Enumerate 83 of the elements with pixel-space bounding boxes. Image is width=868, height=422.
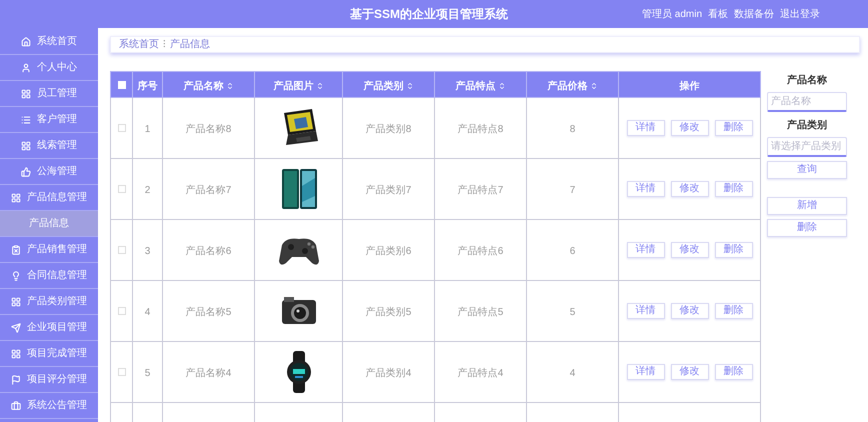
table-cell: 产品特点7 — [458, 185, 504, 196]
action-button[interactable]: 删除 — [714, 303, 752, 319]
action-button[interactable]: 详情 — [626, 181, 664, 197]
action-button[interactable]: 详情 — [626, 120, 664, 136]
sort-icon — [498, 82, 506, 90]
search-field[interactable]: 产品名称 — [767, 92, 847, 112]
header-link[interactable]: 退出登录 — [780, 6, 820, 22]
table-cell: 2 — [144, 185, 150, 196]
table-cell: 产品名称7 — [186, 185, 232, 196]
thumbs-up-icon — [21, 166, 31, 176]
table-cell: 产品类别5 — [366, 307, 412, 318]
table-cell: 产品名称6 — [186, 246, 232, 257]
header-link[interactable]: 管理员 admin — [642, 6, 702, 22]
grid-icon — [11, 192, 21, 202]
row-checkbox[interactable] — [118, 185, 126, 193]
panel-button[interactable]: 删除 — [767, 219, 847, 237]
table-cell: 产品名称4 — [186, 368, 232, 379]
action-button[interactable]: 修改 — [670, 120, 708, 136]
action-button[interactable]: 修改 — [670, 364, 708, 380]
panel-button[interactable]: 查询 — [767, 161, 847, 179]
briefcase-icon — [11, 400, 21, 410]
row-checkbox[interactable] — [118, 246, 126, 254]
sort-icon — [316, 82, 324, 90]
table-cell: 产品特点6 — [458, 246, 504, 257]
field-label: 产品类别 — [787, 118, 827, 133]
clipboard-icon — [11, 244, 21, 254]
table-cell: 产品特点4 — [458, 368, 504, 379]
table-cell: 6 — [570, 246, 576, 257]
action-button[interactable]: 删除 — [714, 242, 752, 258]
table-cell: 4 — [144, 307, 150, 318]
table-cell: 5 — [144, 368, 150, 379]
action-button[interactable]: 修改 — [670, 242, 708, 258]
select-all-checkbox[interactable] — [118, 80, 126, 88]
table-cell: 7 — [570, 185, 576, 196]
header-link[interactable]: 数据备份 — [734, 6, 774, 22]
table-cell: 产品类别8 — [366, 124, 412, 135]
action-button[interactable]: 删除 — [714, 120, 752, 136]
sort-icon — [590, 82, 598, 90]
row-checkbox[interactable] — [118, 124, 126, 132]
grid-icon — [21, 88, 31, 98]
action-button[interactable]: 详情 — [626, 242, 664, 258]
list-icon — [21, 114, 31, 124]
action-button[interactable]: 删除 — [714, 364, 752, 380]
header-link[interactable]: 看板 — [708, 6, 728, 22]
lightbulb-icon — [11, 270, 21, 280]
action-button[interactable]: 详情 — [626, 303, 664, 319]
column-header: 操作 — [680, 80, 700, 94]
row-checkbox[interactable] — [118, 307, 126, 315]
sort-icon — [226, 82, 234, 90]
grid-icon — [11, 348, 21, 358]
sidebar-item[interactable]: 产品信息 — [0, 211, 98, 237]
breadcrumb-current: 产品信息 — [170, 38, 210, 52]
user-icon — [21, 62, 31, 72]
table-cell: 产品类别7 — [366, 185, 412, 196]
table-cell: 产品特点5 — [458, 307, 504, 318]
breadcrumb-separator: ⁝ — [163, 38, 166, 52]
grid-icon — [11, 296, 21, 306]
breadcrumb-link[interactable]: 系统首页 — [119, 37, 159, 52]
table-cell: 3 — [144, 246, 150, 257]
table-cell: 1 — [144, 124, 150, 135]
column-header: 序号 — [138, 79, 158, 94]
action-button[interactable]: 删除 — [714, 181, 752, 197]
home-icon — [21, 36, 31, 46]
table-cell: 产品类别6 — [366, 246, 412, 257]
table-cell: 5 — [570, 307, 576, 318]
table-cell: 产品名称8 — [186, 124, 232, 135]
grid-icon — [21, 140, 31, 150]
table-cell: 产品特点8 — [458, 124, 504, 135]
app-title: 基于SSM的企业项目管理系统 — [350, 6, 508, 23]
action-button[interactable]: 详情 — [626, 364, 664, 380]
table-cell: 4 — [570, 368, 576, 379]
panel-button[interactable]: 新增 — [767, 197, 847, 215]
action-button[interactable]: 修改 — [670, 181, 708, 197]
flag-icon — [11, 374, 21, 384]
send-icon — [11, 322, 21, 332]
row-checkbox[interactable] — [118, 368, 126, 376]
table-cell: 8 — [570, 124, 576, 135]
field-label: 产品名称 — [787, 74, 827, 88]
table-cell: 产品名称5 — [186, 307, 232, 318]
sort-icon — [406, 82, 414, 90]
search-field[interactable]: 请选择产品类别 — [767, 137, 847, 157]
action-button[interactable]: 修改 — [670, 303, 708, 319]
table-cell: 产品类别4 — [366, 368, 412, 379]
